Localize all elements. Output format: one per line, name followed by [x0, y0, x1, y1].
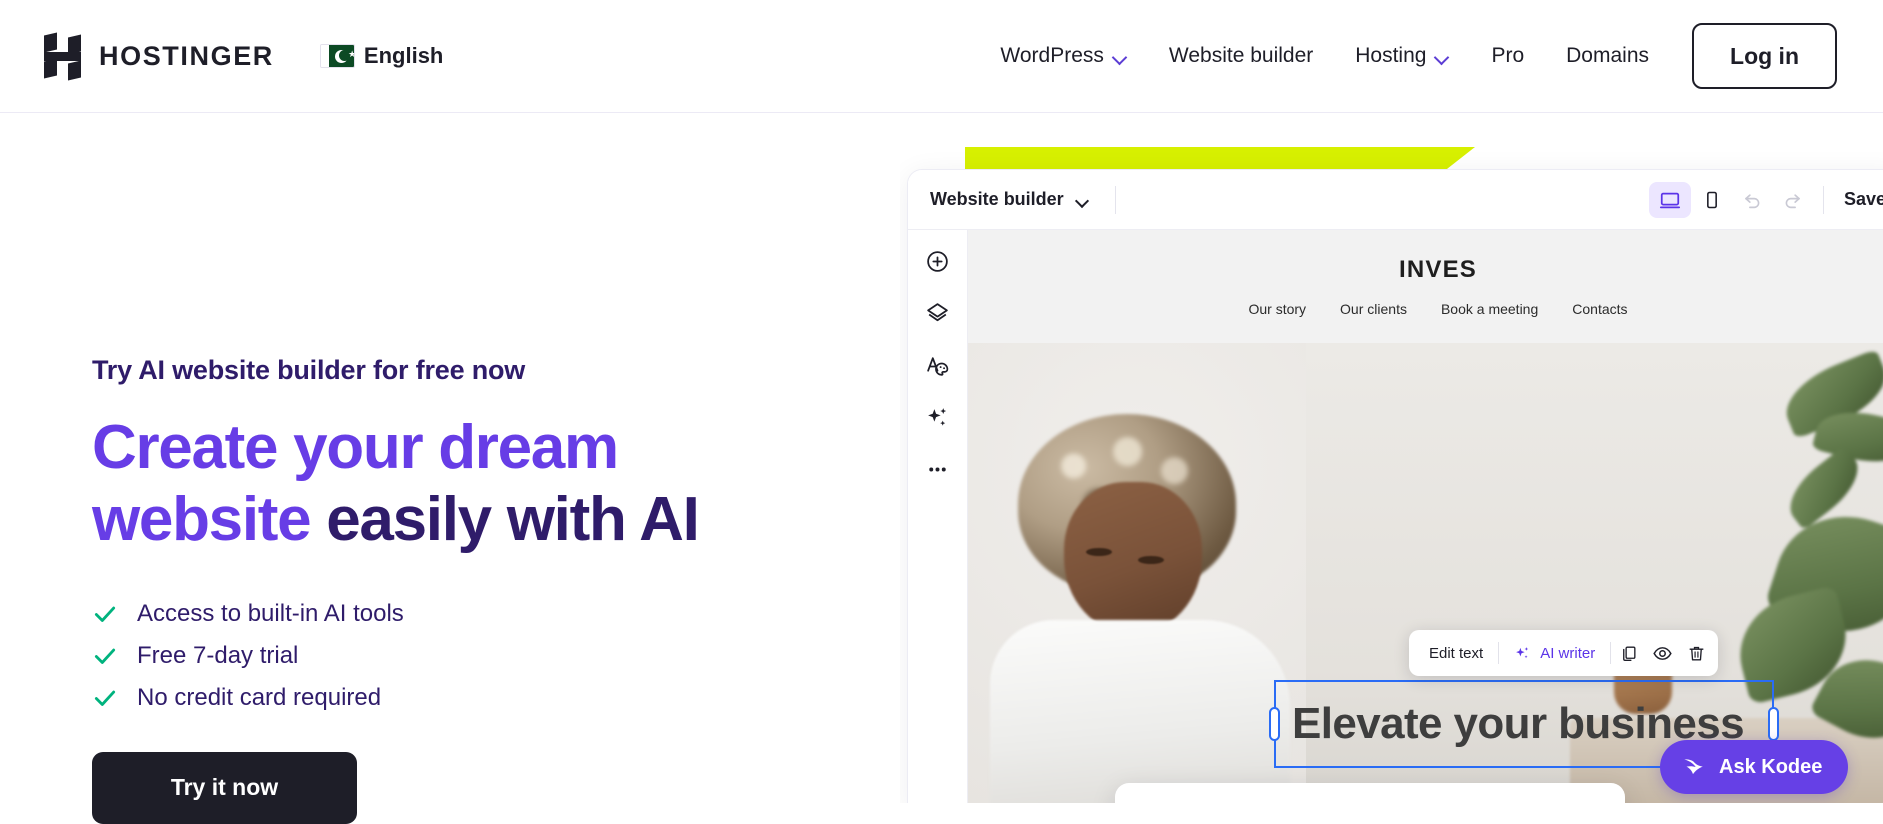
mobile-view-button[interactable] [1691, 182, 1733, 218]
layers-icon [927, 302, 948, 321]
site-brand-name: INVES [1398, 256, 1478, 283]
person-eye [1086, 548, 1112, 556]
feature-label: Access to built-in AI tools [137, 599, 404, 627]
duplicate-copy-icon [1622, 645, 1636, 661]
builder-body: INVES Our story Our clients Book a meeti… [908, 230, 1883, 803]
builder-side-rail [908, 230, 968, 803]
pakistan-flag-icon: ★ [319, 44, 355, 68]
kodee-bird-icon [1684, 759, 1703, 775]
person-eye [1138, 556, 1164, 564]
hostinger-h-logo-icon [44, 32, 82, 81]
feature-label: No credit card required [137, 683, 382, 711]
top-navigation-bar: HOSTINGER ★ English WordPress Website bu… [0, 0, 1883, 113]
hero-eyebrow: Try AI website builder for free now [92, 355, 526, 385]
ai-tools-button[interactable] [925, 404, 951, 430]
nav-label: Website builder [1168, 44, 1314, 67]
feature-list: Access to built-in AI tools Free 7-day t… [92, 600, 852, 712]
builder-title-dropdown[interactable]: Website builder [930, 189, 1089, 210]
eye-icon [1653, 646, 1672, 660]
undo-button[interactable] [1733, 182, 1773, 218]
ask-kodee-label: Ask Kodee [1719, 755, 1823, 778]
layers-button[interactable] [925, 300, 951, 326]
text-style-palette-icon [927, 356, 949, 376]
language-label: English [363, 43, 444, 68]
feature-label: Free 7-day trial [137, 641, 299, 669]
element-edit-toolbar: Edit text AI writer [1409, 630, 1719, 676]
resize-handle-right[interactable] [1768, 707, 1779, 741]
site-hero-photo: Edit text AI writer Elevate your busines… [968, 343, 1883, 803]
more-options-button[interactable] [925, 456, 951, 482]
site-nav-item-book-a-meeting[interactable]: Book a meeting [1441, 301, 1538, 317]
nav-label: Hosting [1355, 44, 1427, 67]
add-element-button[interactable] [925, 248, 951, 274]
resize-handle-left[interactable] [1269, 707, 1280, 741]
nav-item-wordpress[interactable]: WordPress [979, 44, 1147, 68]
nav-item-domains[interactable]: Domains [1545, 44, 1670, 68]
logo-wordmark: HOSTINGER [99, 40, 274, 71]
ai-writer-button[interactable]: AI writer [1499, 645, 1610, 662]
login-button[interactable]: Log in [1692, 23, 1837, 89]
site-nav-item-our-clients[interactable]: Our clients [1340, 301, 1407, 317]
photo-person [990, 390, 1320, 803]
builder-toolbar: Website builder Save [908, 170, 1883, 230]
chevron-down-icon [1076, 196, 1089, 204]
site-nav: Our story Our clients Book a meeting Con… [1248, 301, 1627, 317]
trash-bin-icon [1689, 646, 1704, 661]
check-icon [94, 690, 116, 706]
list-item: No credit card required [92, 684, 852, 712]
edit-text-button[interactable]: Edit text [1414, 645, 1498, 662]
site-header: INVES Our story Our clients Book a meeti… [968, 230, 1883, 343]
sparkles-icon [1516, 646, 1529, 658]
brand-logo[interactable]: HOSTINGER [44, 32, 274, 81]
divider [1822, 185, 1824, 214]
desktop-view-button[interactable] [1648, 181, 1691, 218]
builder-toolbar-actions: Save [1648, 181, 1883, 218]
list-item: Access to built-in AI tools [92, 600, 852, 628]
divider [1114, 185, 1116, 214]
site-nav-item-our-story[interactable]: Our story [1248, 301, 1306, 317]
site-nav-item-contacts[interactable]: Contacts [1572, 301, 1627, 317]
try-it-now-button[interactable]: Try it now [92, 751, 357, 824]
person-face [1064, 482, 1202, 634]
ai-writer-label: AI writer [1540, 644, 1596, 662]
builder-canvas[interactable]: INVES Our story Our clients Book a meeti… [968, 230, 1883, 803]
check-icon [94, 648, 116, 664]
nav-label: Domains [1566, 44, 1650, 67]
nav-item-pro[interactable]: Pro [1470, 44, 1545, 68]
more-dots-icon [929, 467, 946, 471]
website-builder-mockup: Website builder Save INVES Our story Our… [900, 140, 1883, 803]
builder-title: Website builder [930, 189, 1064, 209]
main-nav: WordPress Website builder Hosting Pro Do… [979, 23, 1837, 89]
visibility-button[interactable] [1645, 636, 1679, 670]
chevron-down-icon [1113, 52, 1127, 60]
desktop-monitor-icon [1659, 192, 1680, 208]
builder-window: Website builder Save INVES Our story Our… [908, 170, 1883, 803]
redo-button[interactable] [1773, 182, 1813, 218]
nav-item-website-builder[interactable]: Website builder [1148, 44, 1334, 68]
nav-label: Pro [1491, 44, 1525, 67]
delete-button[interactable] [1679, 636, 1713, 670]
sparkles-ai-icon [928, 407, 947, 426]
duplicate-button[interactable] [1611, 636, 1645, 670]
text-and-style-button[interactable] [925, 352, 951, 378]
mobile-phone-icon [1706, 191, 1717, 208]
redo-arrow-icon [1786, 194, 1801, 209]
chevron-down-icon [1435, 52, 1449, 60]
list-item: Free 7-day trial [92, 642, 852, 670]
nav-item-hosting[interactable]: Hosting [1334, 44, 1470, 68]
undo-arrow-icon [1745, 194, 1760, 209]
nav-label: WordPress [1000, 44, 1104, 67]
ask-kodee-button[interactable]: Ask Kodee [1660, 740, 1849, 794]
plus-circle-icon [927, 250, 948, 272]
check-icon [94, 606, 116, 622]
person-shirt [990, 620, 1290, 803]
headline-rest: easily with AI [310, 484, 700, 554]
save-button[interactable]: Save [1844, 189, 1883, 210]
language-selector[interactable]: ★ English [319, 43, 444, 69]
hero-section: Try AI website builder for free now Crea… [92, 355, 852, 824]
business-form-card: Tell us about your business We're a team… [1115, 783, 1625, 803]
hero-headline: Create your dream website easily with AI [92, 412, 852, 556]
